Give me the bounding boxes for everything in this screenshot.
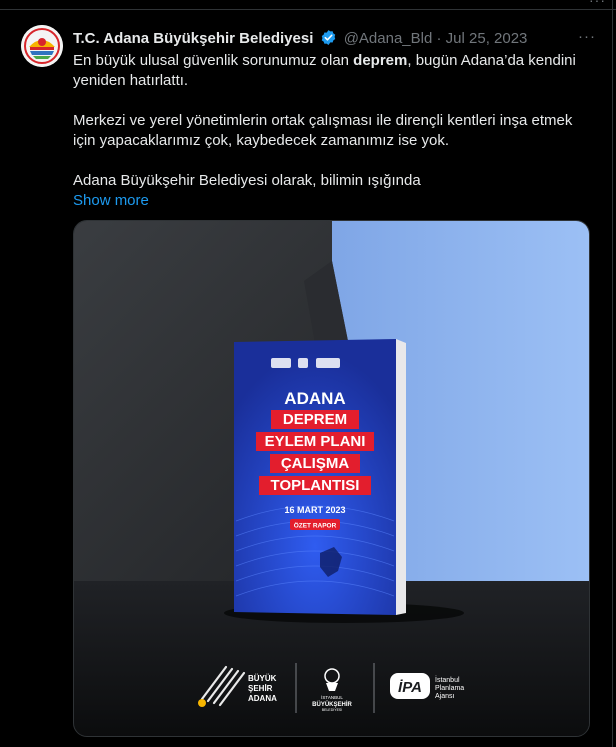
logo-text: İstanbul: [435, 675, 460, 684]
logo-text: BÜYÜK: [248, 674, 277, 683]
ipa-logo: İPA İstanbul Planlama Ajansı: [390, 673, 464, 700]
show-more-link[interactable]: Show more: [73, 191, 149, 211]
logo-text: Planlama: [435, 685, 464, 692]
previous-more-icon: ···: [589, 0, 606, 8]
logo-text: ADANA: [248, 694, 277, 703]
logo-text: BELEDİYESİ: [322, 707, 342, 712]
bold-segment: deprem: [353, 52, 408, 69]
text-segment: En büyük ulusal güvenlik sorunumuz olan: [73, 52, 354, 69]
tweet-date[interactable]: Jul 25, 2023: [446, 30, 528, 47]
adana-logo-icon: [21, 25, 63, 67]
avatar[interactable]: [21, 25, 63, 67]
book-title-line-5: TOPLANTISI: [271, 477, 360, 494]
book-title-city: ADANA: [284, 389, 345, 408]
tweet-header: T.C. Adana Büyükşehir Belediyesi @Adana_…: [73, 27, 598, 49]
book-date: 16 MART 2023: [284, 505, 345, 515]
logo-text: Ajansı: [435, 693, 455, 700]
timeline-border: [612, 0, 613, 747]
tweet-paragraph-1: En büyük ulusal güvenlik sorunumuz olan …: [73, 51, 598, 91]
book-title-line-4: ÇALIŞMA: [281, 455, 349, 472]
verified-badge-icon: [321, 30, 335, 45]
book-badge: ÖZET RAPOR: [294, 521, 337, 530]
book-title-line-2: DEPREM: [283, 411, 347, 428]
tweet-paragraph-2: Merkezi ve yerel yönetimlerin ortak çalı…: [73, 112, 573, 149]
author-handle[interactable]: @Adana_Bld: [344, 30, 433, 47]
previous-tweet-edge: ···: [0, 0, 616, 10]
media-image: ADANA DEPREM EYLEM PLANI ÇALIŞMA TOPLANT…: [74, 221, 589, 736]
logo-text: İPA: [398, 679, 422, 696]
book-title-line-3: EYLEM PLANI: [265, 433, 366, 450]
book: ADANA DEPREM EYLEM PLANI ÇALIŞMA TOPLANT…: [234, 339, 406, 615]
meta-separator: ·: [436, 30, 442, 47]
tweet-paragraph-3: Adana Büyükşehir Belediyesi olarak, bili…: [73, 172, 421, 189]
logo-text: İSTANBUL: [321, 694, 343, 700]
tweet-text: En büyük ulusal güvenlik sorunumuz olan …: [73, 51, 598, 211]
logo-text: BÜYÜKŞEHİR: [312, 701, 352, 708]
tweet[interactable]: T.C. Adana Büyükşehir Belediyesi @Adana_…: [0, 12, 612, 747]
logo-text: ŞEHİR: [248, 684, 273, 693]
tweet-media[interactable]: ADANA DEPREM EYLEM PLANI ÇALIŞMA TOPLANT…: [73, 220, 590, 737]
more-options-button[interactable]: ···: [578, 27, 596, 47]
author-name[interactable]: T.C. Adana Büyükşehir Belediyesi: [73, 30, 313, 47]
